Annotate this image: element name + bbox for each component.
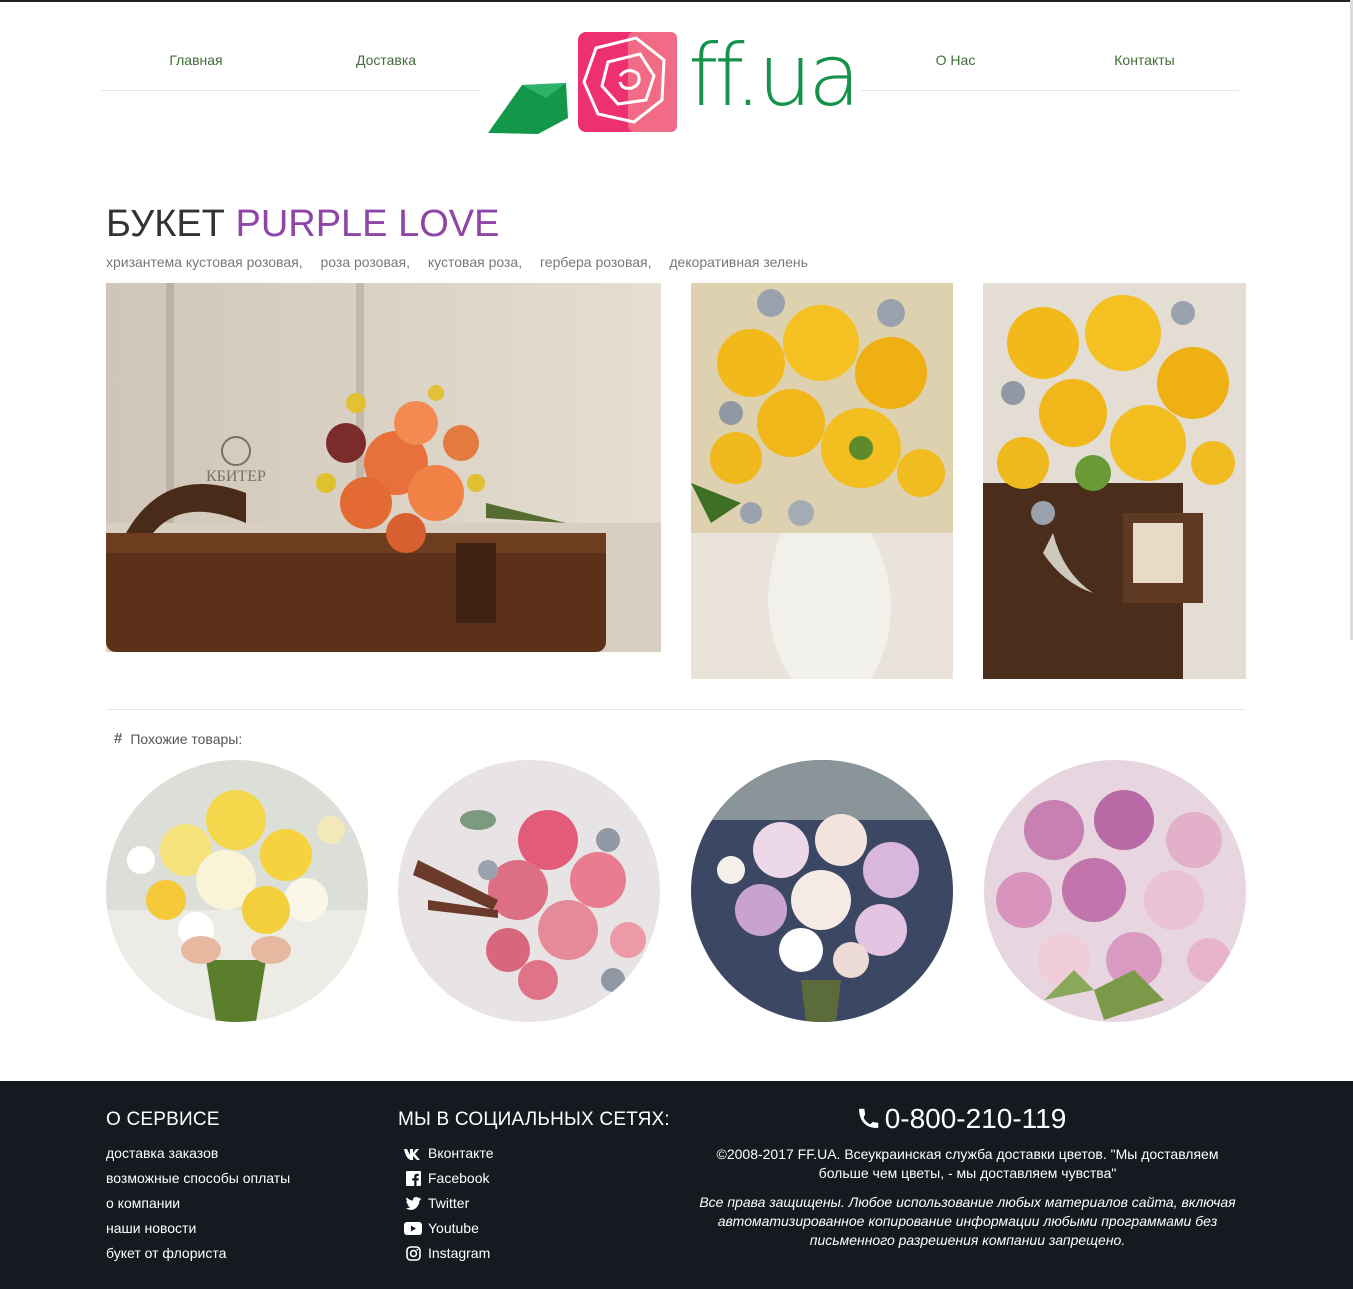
nav-home-link[interactable]: Главная xyxy=(101,52,291,68)
social-label: Twitter xyxy=(428,1195,470,1211)
svg-text:КБИТЕР: КБИТЕР xyxy=(206,468,266,485)
tag: роза розовая, xyxy=(320,254,410,270)
product-photo-2[interactable] xyxy=(691,283,953,679)
top-border xyxy=(0,0,1353,2)
footer-link-about[interactable]: о компании xyxy=(106,1191,290,1216)
footer-phone[interactable]: 0-800-210-119 xyxy=(683,1103,1240,1135)
logo-mark-icon xyxy=(488,32,677,134)
social-link-youtube[interactable]: Youtube xyxy=(398,1216,670,1241)
product-title-name: PURPLE LOVE xyxy=(235,203,500,245)
similar-product-2[interactable] xyxy=(398,760,660,1022)
footer-copyright: ©2008-2017 FF.UA. Всеукраинская служба д… xyxy=(716,1146,1219,1181)
social-link-instagram[interactable]: Instagram xyxy=(398,1241,670,1266)
similar-product-1[interactable] xyxy=(106,760,368,1022)
main-nav-right: О Нас Контакты xyxy=(861,30,1239,91)
footer-link-news[interactable]: наши новости xyxy=(106,1216,290,1241)
similar-product-4[interactable] xyxy=(984,760,1246,1022)
twitter-icon xyxy=(404,1196,422,1212)
similar-products-heading: # Похожие товары: xyxy=(114,730,242,747)
section-divider xyxy=(106,709,1246,710)
product-photo-3[interactable] xyxy=(983,283,1246,679)
social-label: Вконтакте xyxy=(428,1145,494,1161)
footer-contact-column: 0-800-210-119 ©2008-2017 FF.UA. Всеукраи… xyxy=(695,1103,1240,1250)
tag: гербера розовая, xyxy=(540,254,652,270)
footer-link-payment[interactable]: возможные способы оплаты xyxy=(106,1166,290,1191)
footer-social-column: МЫ В СОЦИАЛЬНЫХ СЕТЯХ: Вконтакте Faceboo… xyxy=(398,1109,670,1266)
nav-about-link[interactable]: О Нас xyxy=(861,52,1050,68)
footer-link-delivery[interactable]: доставка заказов xyxy=(106,1141,290,1166)
main-nav-left: Главная Доставка xyxy=(101,30,481,91)
nav-contacts-link[interactable]: Контакты xyxy=(1050,52,1239,68)
social-label: Facebook xyxy=(428,1170,490,1186)
hash-icon: # xyxy=(114,730,123,747)
product-photo-main[interactable]: КБИТЕР xyxy=(106,283,661,652)
tag: хризантема кустовая розовая, xyxy=(106,254,303,270)
footer-phone-number: 0-800-210-119 xyxy=(884,1103,1067,1134)
logo-text: ff.ua xyxy=(688,26,861,126)
facebook-icon xyxy=(404,1171,422,1187)
phone-icon xyxy=(858,1108,878,1128)
vk-icon xyxy=(404,1146,422,1162)
social-link-twitter[interactable]: Twitter xyxy=(398,1191,670,1216)
tag: декоративная зелень xyxy=(669,254,808,270)
footer-link-florist[interactable]: букет от флориста xyxy=(106,1241,290,1266)
product-title: БУКЕТ PURPLE LOVE xyxy=(106,200,499,248)
site-footer: О СЕРВИСЕ доставка заказов возможные спо… xyxy=(0,1081,1353,1289)
footer-social-heading: МЫ В СОЦИАЛЬНЫХ СЕТЯХ: xyxy=(398,1109,670,1130)
tag: кустовая роза, xyxy=(427,254,523,270)
youtube-icon xyxy=(404,1221,422,1237)
similar-products-label: Похожие товары: xyxy=(130,730,243,747)
footer-service-heading: О СЕРВИСЕ xyxy=(106,1109,220,1130)
social-link-facebook[interactable]: Facebook xyxy=(398,1166,670,1191)
footer-service-column: О СЕРВИСЕ доставка заказов возможные спо… xyxy=(106,1109,290,1266)
product-tags: хризантема кустовая розовая, роза розова… xyxy=(106,254,822,270)
social-link-vk[interactable]: Вконтакте xyxy=(398,1141,670,1166)
nav-delivery-link[interactable]: Доставка xyxy=(291,52,481,68)
instagram-icon xyxy=(404,1246,422,1262)
site-logo[interactable]: ff.ua xyxy=(486,26,861,136)
footer-rights: Все права защищены. Любое использование … xyxy=(699,1194,1236,1248)
similar-product-3[interactable] xyxy=(691,760,953,1022)
social-label: Youtube xyxy=(428,1220,479,1236)
social-label: Instagram xyxy=(428,1245,491,1261)
product-title-prefix: БУКЕТ xyxy=(106,203,225,245)
